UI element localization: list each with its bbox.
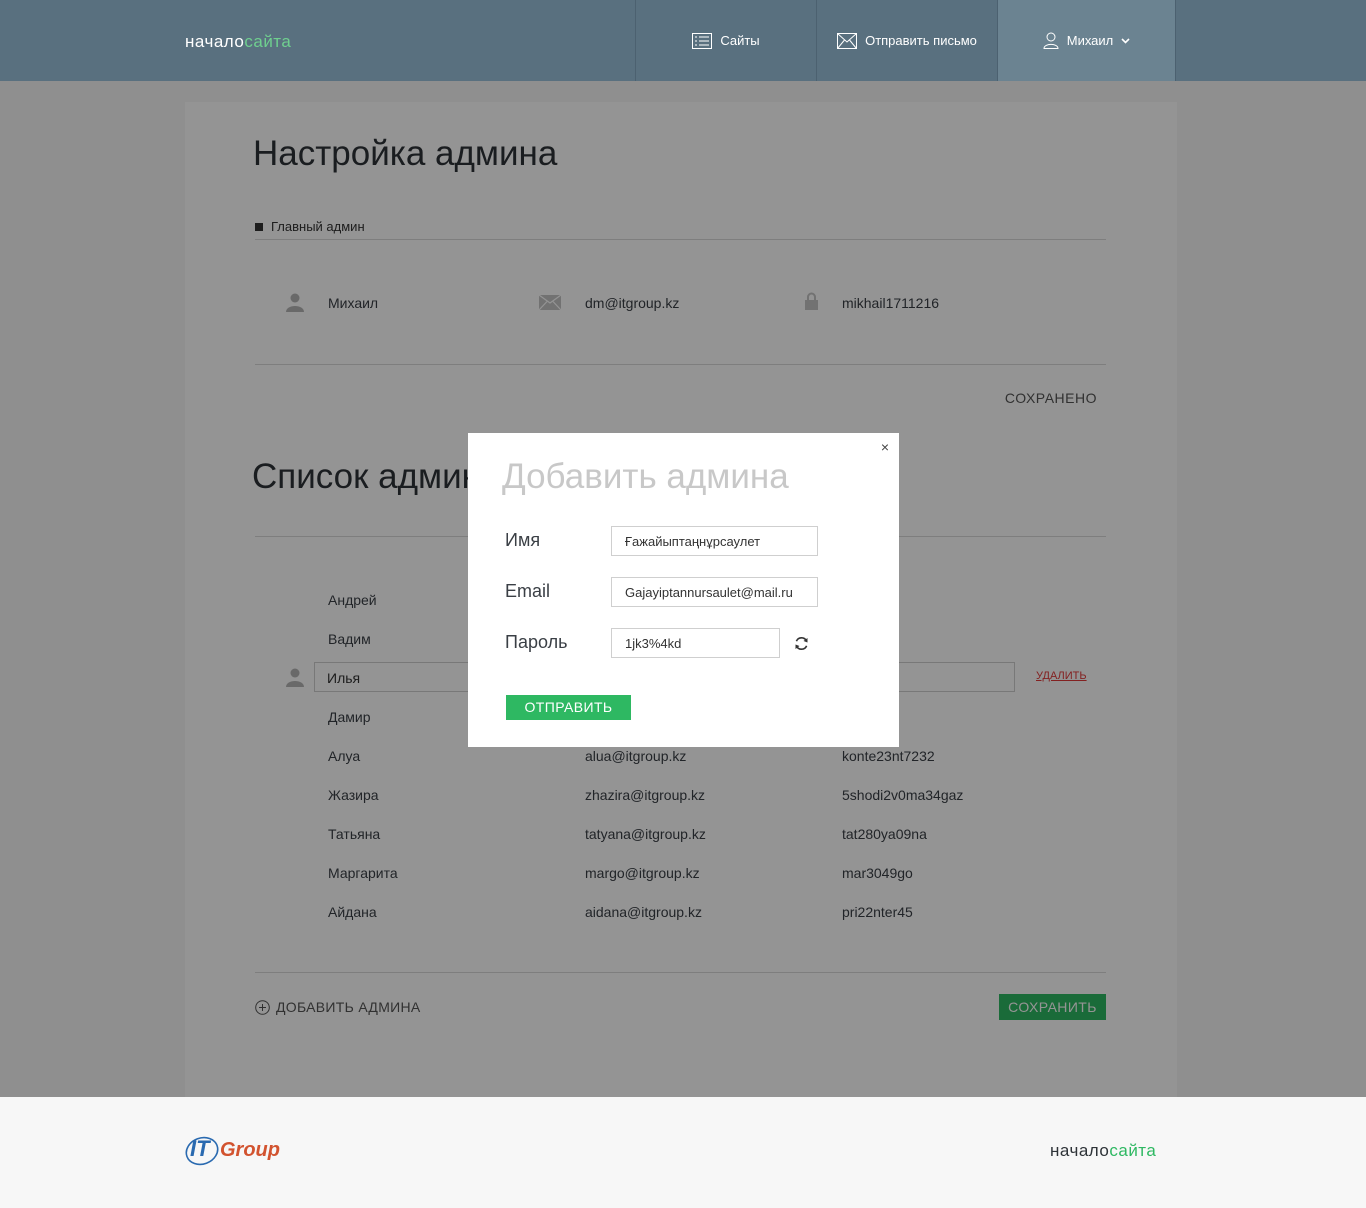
nav-sites[interactable]: Сайты <box>635 0 816 81</box>
envelope-icon <box>837 32 858 49</box>
nav-send-mail[interactable]: Отправить письмо <box>816 0 997 81</box>
password-label: Пароль <box>505 632 568 652</box>
logo-text-part1: начало <box>185 32 245 51</box>
close-icon[interactable]: × <box>881 439 889 455</box>
user-icon <box>1043 32 1059 49</box>
logo-text-part2: сайта <box>244 32 292 51</box>
send-button[interactable]: ОТПРАВИТЬ <box>506 695 631 720</box>
nav-mail-label: Отправить письмо <box>865 33 977 48</box>
itgroup-logo-it: IT <box>190 1136 210 1161</box>
list-icon <box>692 32 713 49</box>
footer-logo-part1: начало <box>1050 1141 1110 1160</box>
footer: IT Group началосайта <box>0 1097 1366 1208</box>
add-admin-modal: × Добавить админа Имя Ғажайыптаңнұрсауле… <box>468 433 899 747</box>
nav-sites-label: Сайты <box>720 33 760 48</box>
itgroup-logo-group: Group <box>220 1139 280 1161</box>
email-input[interactable]: Gajayiptannursaulet@mail.ru <box>611 577 818 607</box>
footer-site-logo[interactable]: началосайта <box>1050 1141 1156 1161</box>
email-label: Email <box>505 581 551 601</box>
top-header: началосайта Сайты Отправить письмо Михаи… <box>0 0 1366 81</box>
footer-logo-part2: сайта <box>1109 1141 1157 1160</box>
modal-title: Добавить админа <box>502 457 789 496</box>
nav-user-menu[interactable]: Михаил <box>997 0 1176 81</box>
itgroup-logo[interactable]: IT Group <box>184 1135 284 1167</box>
nav-user-label: Михаил <box>1066 33 1114 48</box>
name-label: Имя <box>505 530 541 550</box>
name-input[interactable]: Ғажайыптаңнұрсаулет <box>611 526 818 556</box>
refresh-icon[interactable] <box>794 636 809 651</box>
chevron-down-icon <box>1121 37 1130 44</box>
password-input[interactable]: 1jk3%4kd <box>611 628 780 658</box>
site-logo[interactable]: началосайта <box>185 32 291 52</box>
